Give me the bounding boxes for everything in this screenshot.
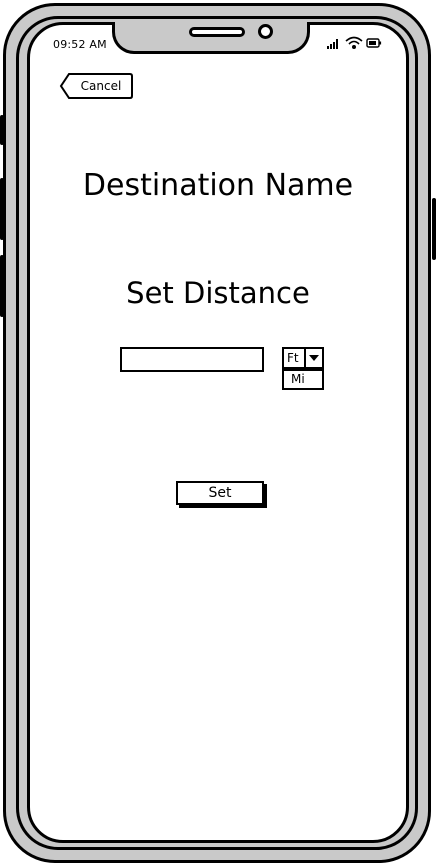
set-button[interactable]: Set [176, 481, 264, 505]
cancel-label: Cancel [81, 79, 122, 93]
battery-icon [366, 38, 382, 48]
chevron-down-icon[interactable] [306, 349, 322, 367]
destination-title: Destination Name [82, 168, 354, 203]
set-distance-heading: Set Distance [126, 276, 310, 310]
cancel-button[interactable]: Cancel [59, 72, 134, 100]
camera-icon [258, 24, 273, 39]
unit-option-mi[interactable]: Mi [282, 369, 324, 390]
mute-switch [0, 115, 4, 145]
unit-selected-value: Ft [284, 349, 306, 367]
signal-icon [327, 39, 338, 49]
status-icons [327, 36, 382, 50]
unit-select[interactable]: Ft [282, 347, 324, 369]
screen [27, 22, 409, 843]
speaker-icon [189, 27, 245, 37]
distance-input[interactable] [120, 347, 264, 372]
wifi-icon [345, 36, 363, 50]
status-time: 09:52 AM [53, 38, 107, 51]
power-button [432, 198, 436, 260]
